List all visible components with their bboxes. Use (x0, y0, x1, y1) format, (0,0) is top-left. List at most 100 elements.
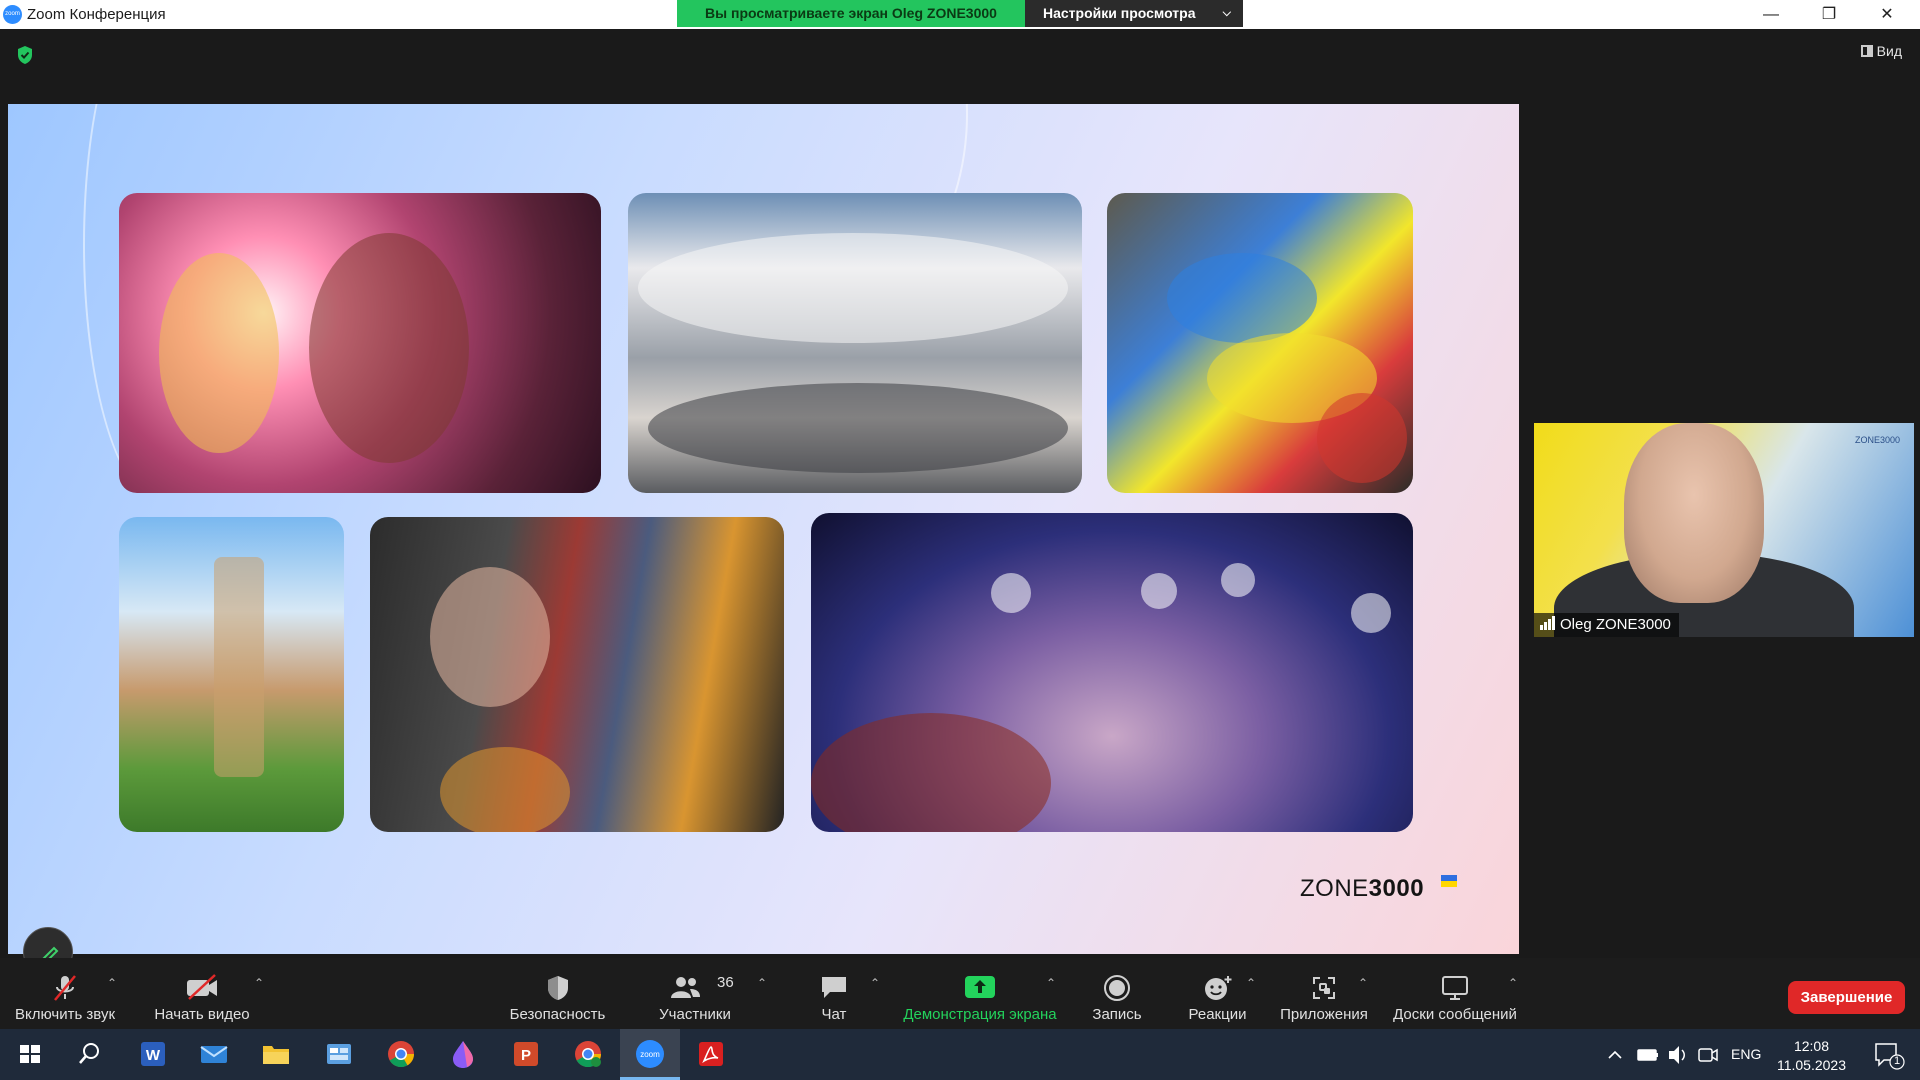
photo-bike-group (628, 193, 1082, 493)
clock-time: 12:08 (1793, 1038, 1829, 1054)
logo-number: 3000 (1368, 875, 1425, 902)
language-indicator[interactable]: ENG (1731, 1029, 1761, 1080)
whiteboards-label: Доски сообщений (1393, 1006, 1517, 1023)
show-hidden-icons-button[interactable] (1605, 1029, 1625, 1080)
close-button[interactable]: ✕ (1858, 0, 1916, 29)
screen: zoom Zoom Конференция Вы просматриваете … (0, 0, 1920, 1080)
battery-icon (1637, 1049, 1658, 1061)
signal-strength-icon (1540, 616, 1556, 634)
apps-icon (1313, 977, 1335, 999)
chat-options-caret[interactable]: ⌃ (870, 976, 880, 990)
ukraine-flag-icon (1441, 875, 1457, 887)
security-button[interactable]: Безопасность (500, 958, 615, 1029)
notification-count: 1 (1894, 1055, 1901, 1067)
restore-button[interactable]: ❐ (1800, 0, 1858, 29)
view-options-label: Настройки просмотра (1043, 5, 1196, 21)
whiteboards-options-caret[interactable]: ⌃ (1508, 976, 1518, 990)
security-label: Безопасность (509, 1006, 606, 1023)
minimize-button[interactable]: — (1742, 0, 1800, 29)
mail-icon[interactable] (198, 1038, 230, 1070)
chat-button[interactable]: Чат (800, 958, 868, 1029)
video-options-caret[interactable]: ⌃ (254, 976, 264, 990)
apps-label: Приложения (1280, 1006, 1368, 1023)
viewing-banner: Вы просматриваете экран Oleg ZONE3000 На… (677, 0, 1243, 27)
share-screen-icon (965, 976, 995, 998)
svg-text:W: W (146, 1047, 161, 1064)
apps-button[interactable]: Приложения (1276, 958, 1372, 1029)
record-icon (1104, 975, 1130, 1001)
meeting-controls: Включить звук ⌃ Начать видео ⌃ Безопасно… (0, 958, 1920, 1029)
search-icon[interactable] (74, 1038, 106, 1070)
chrome-alt-icon[interactable] (572, 1038, 604, 1070)
acrobat-icon[interactable] (695, 1038, 727, 1070)
windows-taskbar: W P zoom ENG 12:08 11.05.2023 1 (0, 1029, 1920, 1080)
logo-text: ZONE (1300, 875, 1369, 902)
meet-now-button[interactable] (1697, 1029, 1719, 1080)
taskbar-clock[interactable]: 12:08 11.05.2023 (1777, 1037, 1846, 1075)
control-panel-icon[interactable] (323, 1038, 355, 1070)
participant-name-label: Oleg ZONE3000 (1534, 613, 1679, 637)
participants-button[interactable]: Участники (645, 958, 745, 1029)
share-options-caret[interactable]: ⌃ (1046, 976, 1056, 990)
mic-muted-icon (54, 975, 76, 1001)
zoom-icon: zoom (636, 1040, 664, 1068)
photo-party-crowd (811, 513, 1413, 832)
smiley-icon (1204, 976, 1231, 1000)
window-titlebar: zoom Zoom Конференция Вы просматриваете … (0, 0, 1920, 29)
shield-icon (547, 976, 568, 1000)
participant-name: Oleg ZONE3000 (1560, 616, 1671, 633)
video-off-icon (187, 974, 217, 1000)
notifications-button[interactable]: 1 (1868, 1029, 1908, 1080)
unmute-label: Включить звук (14, 1006, 116, 1023)
camera-icon (1698, 1048, 1718, 1062)
share-screen-button[interactable]: Демонстрация экрана (895, 958, 1065, 1029)
record-label: Запись (1092, 1006, 1142, 1023)
start-icon[interactable] (14, 1038, 46, 1070)
file-explorer-icon[interactable] (260, 1038, 292, 1070)
paint-drop-icon[interactable] (447, 1038, 479, 1070)
end-meeting-button[interactable]: Завершение (1788, 981, 1905, 1014)
notification-icon (1875, 1043, 1905, 1070)
chevron-up-icon (1608, 1050, 1622, 1059)
battery-button[interactable] (1636, 1029, 1660, 1080)
whiteboard-icon (1442, 976, 1468, 1000)
layout-icon (1860, 45, 1873, 57)
volume-button[interactable] (1666, 1029, 1690, 1080)
share-screen-label: Демонстрация экрана (903, 1006, 1057, 1023)
participants-label: Участники (659, 1006, 731, 1023)
whiteboards-button[interactable]: Доски сообщений (1388, 958, 1522, 1029)
view-options-button[interactable]: Настройки просмотра ⌵ (1025, 0, 1243, 27)
unmute-button[interactable]: Включить звук (0, 958, 130, 1029)
record-button[interactable]: Запись (1082, 958, 1152, 1029)
audio-options-caret[interactable]: ⌃ (107, 976, 117, 990)
participants-icon (671, 977, 700, 998)
svg-text:P: P (521, 1047, 531, 1064)
apps-options-caret[interactable]: ⌃ (1358, 976, 1368, 990)
photo-robot-show (119, 193, 601, 493)
participants-count: 36 (717, 974, 734, 991)
participant-video-tile[interactable]: ZONE3000 Oleg ZONE3000 (1534, 423, 1914, 637)
video-brand-logo: ZONE3000 (1854, 435, 1900, 445)
participant-video-face (1624, 423, 1764, 603)
window-title: Zoom Конференция (27, 6, 166, 23)
photo-giant-jenga (119, 517, 344, 832)
start-video-label: Начать видео (154, 1006, 250, 1023)
chevron-down-icon: ⌵ (1222, 7, 1231, 19)
powerpoint-icon[interactable]: P (510, 1038, 542, 1070)
photo-kayaks (1107, 193, 1413, 493)
word-icon[interactable]: W (137, 1038, 169, 1070)
view-button[interactable]: Вид (1860, 43, 1902, 59)
start-video-button[interactable]: Начать видео (142, 958, 262, 1029)
reactions-options-caret[interactable]: ⌃ (1246, 976, 1256, 990)
chat-icon (822, 977, 846, 998)
clock-date: 11.05.2023 (1776, 1057, 1846, 1073)
reactions-button[interactable]: Реакции (1180, 958, 1255, 1029)
chat-label: Чат (821, 1006, 847, 1023)
zoom-taskbar-button[interactable]: zoom (620, 1029, 680, 1080)
svg-text:zoom: zoom (640, 1050, 660, 1059)
zone3000-logo: ZONE3000 (1300, 875, 1424, 903)
shield-check-icon[interactable] (16, 45, 34, 65)
viewing-banner-text: Вы просматриваете экран Oleg ZONE3000 (677, 0, 1025, 27)
participants-options-caret[interactable]: ⌃ (757, 976, 767, 990)
chrome-icon[interactable] (385, 1038, 417, 1070)
